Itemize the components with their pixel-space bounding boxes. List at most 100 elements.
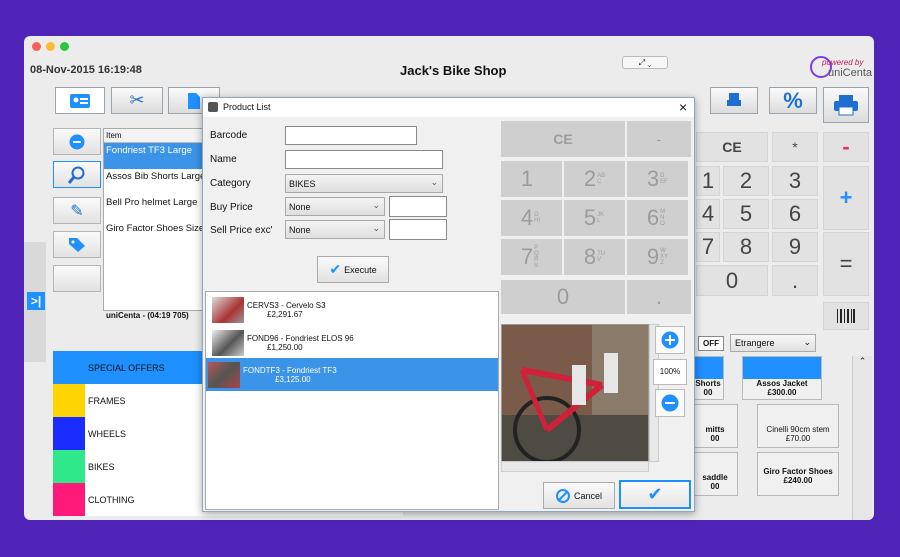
main-key-7[interactable]: 7 — [696, 232, 720, 262]
key-digit: 5 — [583, 205, 597, 230]
key-letters: TUV — [597, 251, 606, 263]
key-digit: 6 — [646, 205, 660, 230]
attributes-button[interactable] — [53, 231, 101, 258]
customer-button[interactable] — [55, 87, 105, 114]
product-saddle[interactable]: saddle 00 — [692, 452, 738, 496]
dialog-key-2: 2 ABC — [564, 161, 625, 197]
buy-price-operator-select[interactable]: None ⌄ — [285, 197, 385, 216]
result-row[interactable]: CERVS3 - Cervelo S3 £2,291.67 — [210, 294, 500, 326]
remove-line-button[interactable] — [53, 128, 101, 155]
result-row-selected[interactable]: FONDTF3 - Fondriest TF3 £3,125.00 — [206, 358, 498, 391]
window-menu-chevron-icon[interactable]: ⤢ ⌄ — [622, 56, 668, 69]
main-key-2[interactable]: 2 — [723, 166, 769, 196]
search-button[interactable] — [53, 161, 101, 188]
minus-circle-icon — [69, 134, 85, 149]
split-button[interactable]: ✂ — [111, 87, 163, 114]
category-select-value: BIKES — [289, 178, 316, 189]
sell-price-label: Sell Price exc' — [210, 225, 273, 236]
key-letters: MNO — [660, 209, 666, 227]
dialog-close-icon[interactable]: × — [679, 99, 687, 115]
main-key-9[interactable]: 9 — [772, 232, 818, 262]
sell-price-input[interactable] — [389, 219, 447, 240]
cancel-circle-icon — [555, 488, 570, 503]
ok-button[interactable]: ✔ — [619, 480, 691, 509]
execute-button[interactable]: ✔ Execute — [317, 256, 389, 283]
category-swatch — [53, 450, 85, 483]
product-scrollbar[interactable]: ⌃ — [852, 356, 872, 520]
main-key-8[interactable]: 8 — [723, 232, 769, 262]
main-key-1[interactable]: 1 — [696, 166, 720, 196]
category-select[interactable]: BIKES ⌄ — [285, 174, 443, 193]
product-shorts[interactable]: Shorts 00 — [692, 356, 724, 400]
main-multiply-key[interactable]: * — [772, 132, 818, 162]
main-key-3[interactable]: 3 — [772, 166, 818, 196]
product-name: Shorts — [695, 379, 721, 388]
shop-title: Jack's Bike Shop — [400, 63, 507, 78]
print-button[interactable] — [823, 87, 869, 123]
main-key-6[interactable]: 6 — [772, 199, 818, 229]
sell-price-operator-select[interactable]: None ⌄ — [285, 220, 385, 239]
main-minus-key[interactable]: - — [823, 132, 869, 162]
key-digit: 8 — [583, 244, 597, 269]
key-letters: JKL — [597, 212, 605, 224]
ticket-lines: Item Fondriest TF3 Large Assos Bib Short… — [103, 128, 205, 311]
document-icon — [188, 92, 200, 109]
key-digit: 7 — [520, 244, 534, 269]
image-horizontal-scrollbar[interactable] — [501, 461, 649, 472]
ticket-line[interactable]: Assos Bib Shorts Large — [104, 169, 204, 195]
ticket-line[interactable]: Bell Pro helmet Large — [104, 195, 204, 221]
category-label: BIKES — [88, 461, 115, 472]
ticket-line[interactable]: Giro Factor Shoes Size — [104, 221, 204, 247]
zoom-out-button[interactable] — [655, 389, 685, 417]
main-equals-key[interactable]: = — [823, 232, 869, 296]
product-thumbnail — [212, 330, 244, 356]
expand-panel-icon[interactable]: >| — [27, 292, 45, 310]
main-key-0[interactable]: 0 — [696, 265, 768, 296]
result-title: FONDTF3 - Fondriest TF3 — [243, 365, 337, 375]
edit-line-button[interactable]: ✎ — [53, 197, 101, 224]
logo-powered-by: powered by — [822, 58, 864, 67]
main-plus-key[interactable]: + — [823, 166, 869, 230]
key-digit: 2 — [583, 166, 597, 191]
category-label: SPECIAL OFFERS — [88, 362, 165, 373]
main-ce-key[interactable]: CE — [696, 132, 768, 162]
product-price: 00 — [710, 482, 720, 491]
print-ticket-button[interactable] — [710, 87, 758, 114]
ticket-header: Item — [104, 129, 204, 143]
dialog-key-9: 9 WXYZ — [627, 239, 688, 275]
close-window-dot[interactable] — [32, 42, 41, 51]
name-input[interactable] — [285, 150, 443, 169]
key-digit: 1 — [520, 166, 534, 191]
main-key-5[interactable]: 5 — [723, 199, 769, 229]
main-key-dot[interactable]: . — [772, 265, 818, 296]
cancel-button[interactable]: Cancel — [543, 482, 615, 509]
category-label: CLOTHING — [88, 494, 135, 505]
product-cinelli-stem[interactable]: Cinelli 90cm stem £70.00 — [757, 404, 839, 448]
tax-select[interactable]: Etrangere ⌄ — [730, 334, 816, 352]
chevron-down-icon: ⌄ — [372, 223, 380, 233]
key-letters: WXYZ — [660, 248, 669, 266]
barcode-input[interactable] — [285, 126, 417, 145]
result-row[interactable]: FOND96 - Fondriest ELOS 96 £1,250.00 — [210, 327, 500, 359]
maximize-window-dot[interactable] — [60, 42, 69, 51]
barcode-button[interactable] — [823, 302, 869, 330]
ticket-line-selected[interactable]: Fondriest TF3 Large — [104, 143, 204, 169]
key-digit: 9 — [646, 244, 660, 269]
main-key-4[interactable]: 4 — [696, 199, 720, 229]
product-name: Cinelli 90cm stem — [766, 425, 830, 434]
category-swatch — [53, 417, 85, 450]
buy-price-input[interactable] — [389, 196, 447, 217]
result-price: £1,250.00 — [267, 343, 303, 352]
blank-side-button[interactable] — [53, 265, 101, 292]
product-name: mitts — [705, 425, 725, 434]
discount-button[interactable]: % — [769, 87, 817, 114]
tax-toggle-off[interactable]: OFF — [698, 336, 724, 351]
product-giro-shoes[interactable]: Giro Factor Shoes £240.00 — [757, 452, 839, 496]
minimize-window-dot[interactable] — [46, 42, 55, 51]
dialog-key-0: 0 — [501, 280, 625, 314]
zoom-in-button[interactable] — [655, 326, 685, 354]
percent-icon: % — [783, 87, 803, 113]
customer-card-icon — [70, 93, 90, 108]
product-mitts[interactable]: mitts 00 — [692, 404, 738, 448]
product-assos-jacket[interactable]: Assos Jacket £300.00 — [742, 356, 822, 400]
